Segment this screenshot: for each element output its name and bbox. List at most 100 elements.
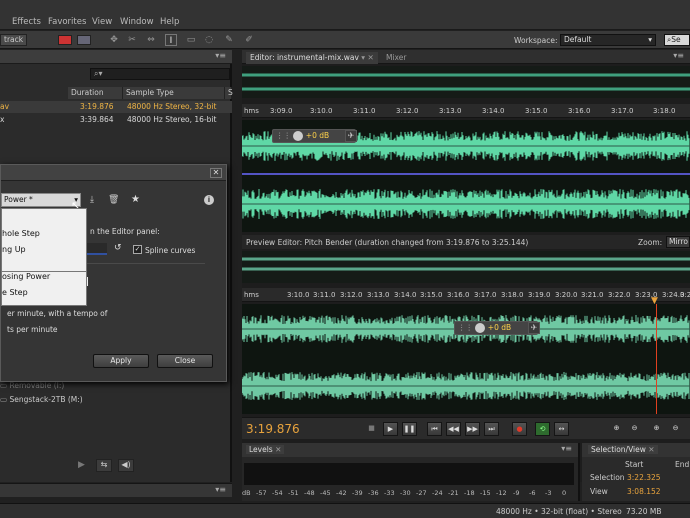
menu-view[interactable]: View (92, 17, 112, 27)
workspace-select[interactable]: Default ▾ (560, 34, 656, 46)
play-file-icon[interactable]: ▶ (78, 460, 85, 470)
ruler-tick: 3:10.0 (287, 291, 310, 299)
info-icon[interactable]: i (204, 195, 214, 205)
close-button[interactable]: Close (157, 354, 213, 368)
lasso-tool-icon[interactable]: ◌ (203, 34, 215, 46)
loop-file-icon[interactable]: ⇆ (96, 459, 112, 472)
ruler-tick: 3:10.0 (310, 107, 333, 115)
ruler-unit: hms (244, 107, 259, 115)
menu-effects[interactable]: Effects (12, 17, 41, 27)
preset-option[interactable]: hole Step (2, 229, 40, 238)
move-tool-icon[interactable]: ✥ (108, 34, 120, 46)
overview-waveform[interactable] (242, 66, 690, 98)
tab-mixer[interactable]: Mixer (382, 52, 410, 64)
close-icon: ✕ (275, 445, 282, 454)
zoom-in-amplitude-icon[interactable]: ⊕ (609, 422, 624, 436)
volume-icon[interactable]: ◀) (118, 459, 134, 472)
search-help-field[interactable]: ⌕Se (664, 34, 690, 46)
preset-option[interactable]: osing Power (2, 272, 50, 281)
ruler-tick: 3:16.0 (447, 291, 470, 299)
favorite-star-icon[interactable]: ★ (131, 194, 140, 205)
track-button[interactable]: track (0, 34, 28, 46)
time-selection-tool-icon[interactable]: I (165, 34, 177, 46)
razor-tool-icon[interactable]: ✂ (126, 34, 138, 46)
panel-menu-icon[interactable]: ▾≡ (215, 51, 226, 60)
panel-menu-icon[interactable]: ▾≡ (673, 51, 684, 60)
menu-window[interactable]: Window (120, 17, 154, 27)
spectral-view-icon[interactable] (77, 35, 91, 45)
current-time-display[interactable]: 3:19.876 (246, 422, 300, 436)
editor-time-ruler[interactable]: hms 3:09.0 3:10.0 3:11.0 3:12.0 3:13.0 3… (242, 104, 690, 118)
file-row[interactable]: av 3:19.876 48000 Hz Stereo, 32-bit (0, 101, 232, 113)
save-preset-icon[interactable]: ⤓ (90, 195, 94, 205)
ruler-tick: 3:21.0 (581, 291, 604, 299)
zoom-select[interactable]: Mirro (666, 236, 690, 248)
preset-option[interactable]: ng Up (2, 245, 26, 254)
preset-select[interactable]: Power * ▾ (1, 193, 81, 207)
view-start-value[interactable]: 3:08.152 (627, 487, 661, 496)
volume-hud[interactable]: ⋮⋮ +0 dB (272, 129, 356, 143)
tab-editor[interactable]: Editor: instrumental-mix.wav ▾ ✕ (246, 52, 378, 64)
move-to-start-icon[interactable]: ⏮ (427, 422, 442, 436)
zoom-out-amplitude-icon[interactable]: ⊖ (627, 422, 642, 436)
panel-menu-icon[interactable]: ▾≡ (215, 485, 226, 494)
toolbar: track ✥ ✂ ⇔ I ▭ ◌ ✎ ✐ Workspace: Default… (0, 31, 690, 49)
preview-overview-waveform[interactable] (242, 251, 690, 283)
fast-forward-icon[interactable]: ▶▶ (465, 422, 480, 436)
move-to-end-icon[interactable]: ⏭ (484, 422, 499, 436)
file-size-status: 73.20 MB (626, 507, 662, 516)
tab-editor-label: Editor: instrumental-mix.wav (250, 53, 359, 62)
menu-help[interactable]: Help (160, 17, 179, 27)
slip-tool-icon[interactable]: ⇔ (145, 34, 157, 46)
volume-knob-icon[interactable] (475, 323, 486, 333)
panel-menu-icon[interactable]: ▾≡ (561, 444, 572, 453)
column-duration[interactable]: Duration (68, 87, 123, 99)
file-name: x (0, 115, 5, 124)
record-icon[interactable]: ● (512, 422, 527, 436)
skip-icon[interactable]: ↔ (554, 422, 569, 436)
zoom-out-time-icon[interactable]: ⊖ (668, 422, 683, 436)
close-icon[interactable]: ✕ (210, 168, 222, 178)
column-s[interactable]: S (225, 87, 233, 99)
chevron-down-icon: ▾ (648, 35, 652, 44)
record-view-icon[interactable] (58, 35, 72, 45)
drive-removable[interactable]: ▭ Removable (I:) (0, 381, 64, 390)
level-scale-tick: -9 (513, 489, 520, 497)
preview-volume-hud[interactable]: ⋮⋮ +0 dB (454, 321, 538, 335)
levels-title: Levels (249, 445, 273, 454)
drive-label: Removable (I:) (9, 381, 65, 390)
level-scale-tick: 0 (562, 489, 567, 497)
pin-hud-icon[interactable]: ✈ (345, 130, 357, 142)
levels-tab[interactable]: Levels ✕ (246, 445, 285, 454)
editor-panel-text: n the Editor panel: (90, 227, 160, 236)
reset-curve-icon[interactable]: ↺ (114, 243, 122, 253)
chevron-down-icon: ▾ (361, 53, 366, 62)
spline-curves-checkbox[interactable]: ✓ (133, 245, 142, 254)
zoom-in-time-icon[interactable]: ⊕ (649, 422, 664, 436)
audio-format-status: 48000 Hz • 32-bit (float) • Stereo (496, 507, 622, 516)
volume-knob-icon[interactable] (293, 131, 304, 141)
file-row[interactable]: x 3:39.864 48000 Hz Stereo, 16-bit (0, 114, 232, 126)
spot-healing-icon[interactable]: ✐ (243, 34, 255, 46)
ruler-tick: 3:16.0 (568, 107, 591, 115)
play-icon[interactable]: ▶ (383, 422, 398, 436)
selection-view-tab[interactable]: Selection/View ✕ (588, 445, 658, 454)
menu-favorites[interactable]: Favorites (48, 17, 86, 27)
delete-preset-icon[interactable]: 🗑 (108, 195, 119, 205)
marquee-tool-icon[interactable]: ▭ (185, 34, 197, 46)
rewind-icon[interactable]: ◀◀ (446, 422, 461, 436)
preview-time-ruler[interactable]: hms 3:10.0 3:11.0 3:12.0 3:13.0 3:14.0 3… (242, 288, 690, 302)
brush-tool-icon[interactable]: ✎ (223, 34, 235, 46)
pin-hud-icon[interactable]: ✈ (528, 322, 540, 334)
drive-sengstack[interactable]: ▭ Sengstack-2TB (M:) (0, 395, 83, 404)
start-column-label: Start (625, 460, 644, 469)
pause-icon[interactable]: ❚❚ (402, 422, 417, 436)
loop-icon[interactable]: ⟲ (535, 422, 550, 436)
preset-option[interactable]: e Step (2, 288, 28, 297)
ruler-tick: 3:13.0 (439, 107, 462, 115)
apply-button[interactable]: Apply (93, 354, 149, 368)
files-search-input[interactable]: ⌕▾ (90, 68, 230, 80)
column-sample-type[interactable]: Sample Type (123, 87, 225, 99)
selection-start-value[interactable]: 3:22.325 (627, 473, 661, 482)
stop-icon[interactable]: ■ (364, 422, 379, 436)
